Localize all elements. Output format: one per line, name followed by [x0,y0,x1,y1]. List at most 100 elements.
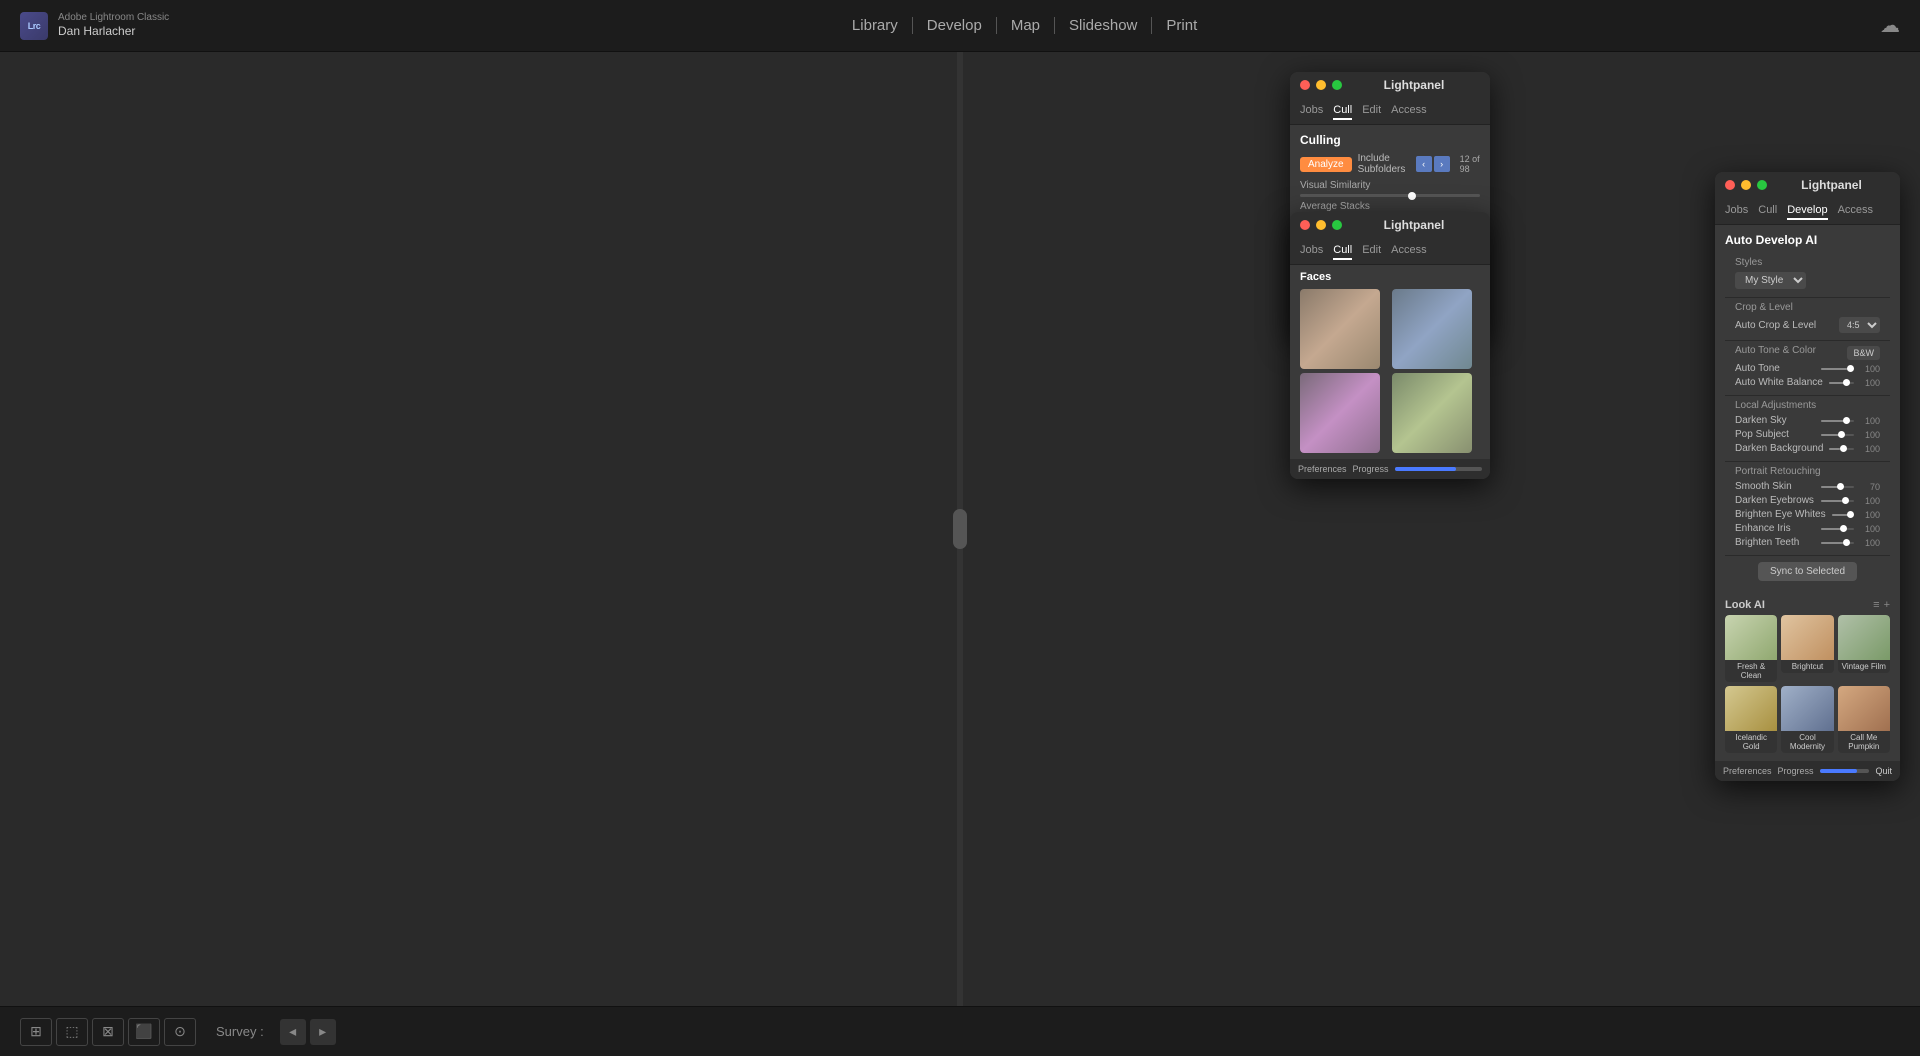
panel-divider[interactable] [957,52,963,1006]
dev-sky-slider[interactable] [1821,420,1854,422]
dev-styles-label: Styles [1735,257,1880,268]
tool-survey[interactable]: ⬛ [128,1018,160,1046]
tool-compare[interactable]: ⊠ [92,1018,124,1046]
avg-stacks-label: Average Stacks [1300,201,1480,212]
faces-traffic-green[interactable] [1332,220,1342,230]
cull-tab-jobs[interactable]: Jobs [1300,102,1323,120]
dev-autotone-val: 100 [1860,364,1880,374]
dev-iris-slider[interactable] [1821,528,1854,530]
cull-tab-edit[interactable]: Edit [1362,102,1381,120]
dev-crop-section: Crop & Level Auto Crop & Level 4:5 [1725,298,1890,341]
top-bar-right: ☁ [1880,13,1900,38]
dev-tab-access[interactable]: Access [1838,202,1873,220]
dev-traffic-red[interactable] [1725,180,1735,190]
nav-map[interactable]: Map [997,17,1055,34]
dev-bg-slider[interactable] [1829,448,1854,450]
dev-awb-slider[interactable] [1829,382,1854,384]
look-label-1: Fresh & Clean [1725,660,1777,682]
dev-panel-title: Lightpanel [1773,178,1890,192]
traffic-red[interactable] [1300,80,1310,90]
dev-bnw-btn[interactable]: B&W [1847,346,1880,360]
nav-library[interactable]: Library [838,17,913,34]
cull-tab-access[interactable]: Access [1391,102,1426,120]
nav-slideshow[interactable]: Slideshow [1055,17,1152,34]
tool-people[interactable]: ⊙ [164,1018,196,1046]
faces-progress-fill [1395,467,1456,471]
dev-brows-slider[interactable] [1821,500,1854,502]
next-arrow[interactable]: › [1434,156,1450,172]
dev-skin-val: 70 [1860,482,1880,492]
dev-skin-slider[interactable] [1821,486,1854,488]
look-item-3[interactable]: Vintage Film [1838,615,1890,682]
dev-aspect-select[interactable]: 4:5 [1839,317,1880,333]
dev-whites-thumb [1847,511,1854,518]
visual-slider[interactable] [1300,194,1480,197]
dev-autotone-slider[interactable] [1821,368,1854,370]
dev-quit-btn[interactable]: Quit [1875,766,1892,776]
look-item-6[interactable]: Call Me Pumpkin [1838,686,1890,753]
look-label-4: Icelandic Gold [1725,731,1777,753]
dev-skin-label: Smooth Skin [1735,481,1815,492]
faces-panel-title: Lightpanel [1348,218,1480,232]
traffic-yellow[interactable] [1316,80,1326,90]
dev-whites-slider[interactable] [1832,514,1854,516]
look-item-4[interactable]: Icelandic Gold [1725,686,1777,753]
look-thumb-4 [1725,686,1777,731]
dev-bg-label: Darken Background [1735,443,1823,454]
faces-tab-jobs[interactable]: Jobs [1300,242,1323,260]
look-item-5[interactable]: Cool Modernity [1781,686,1833,753]
dev-tabs: Jobs Cull Develop Access [1715,198,1900,225]
cull-section-title: Culling [1300,133,1480,147]
look-item-1[interactable]: Fresh & Clean [1725,615,1777,682]
cull-tab-cull[interactable]: Cull [1333,102,1352,120]
faces-traffic-yellow[interactable] [1316,220,1326,230]
face-thumb-4[interactable] [1392,373,1472,453]
top-bar-left: Lrc Adobe Lightroom Classic Dan Harlache… [20,12,169,40]
prev-arrow[interactable]: ‹ [1416,156,1432,172]
dev-subject-slider[interactable] [1821,434,1854,436]
bottom-prev-btn[interactable]: ◂ [280,1019,306,1045]
bottom-next-btn[interactable]: ▸ [310,1019,336,1045]
traffic-green[interactable] [1332,80,1342,90]
tool-grid[interactable]: ⊞ [20,1018,52,1046]
tool-loupe[interactable]: ⬚ [56,1018,88,1046]
dev-style-select[interactable]: My Style [1735,272,1806,289]
face-thumb-3[interactable] [1300,373,1380,453]
face-img-2 [1392,289,1472,369]
cull-counter: 12 of 98 [1460,154,1480,174]
visual-slider-row [1300,194,1480,197]
dev-iris-row: Enhance Iris 100 [1735,523,1880,534]
dev-tab-jobs[interactable]: Jobs [1725,202,1748,220]
faces-tab-access[interactable]: Access [1391,242,1426,260]
dev-style-row: My Style [1735,272,1880,289]
dev-brows-val: 100 [1860,496,1880,506]
bottom-nav-arrows: ◂ ▸ [280,1019,336,1045]
look-thumb-2 [1781,615,1833,660]
faces-tab-edit[interactable]: Edit [1362,242,1381,260]
dev-brows-fill [1821,500,1842,502]
faces-preferences-btn[interactable]: Preferences [1298,464,1347,474]
nav-print[interactable]: Print [1152,17,1211,34]
dev-portrait-section: Portrait Retouching Smooth Skin 70 Darke… [1725,462,1890,556]
look-item-2[interactable]: Brightcut [1781,615,1833,682]
dev-titlebar: Lightpanel [1715,172,1900,198]
dev-traffic-yellow[interactable] [1741,180,1751,190]
face-thumb-1[interactable] [1300,289,1380,369]
dev-whites-val: 100 [1860,510,1880,520]
analyze-button[interactable]: Analyze [1300,157,1352,172]
dev-tab-develop[interactable]: Develop [1787,202,1827,220]
dev-teeth-slider[interactable] [1821,542,1854,544]
dev-bg-row: Darken Background 100 [1735,443,1880,454]
dev-sync-btn[interactable]: Sync to Selected [1758,562,1857,581]
dev-preferences-btn[interactable]: Preferences [1723,766,1772,776]
dev-tone-section: Auto Tone & Color B&W Auto Tone 100 Auto… [1725,341,1890,396]
dev-traffic-green[interactable] [1757,180,1767,190]
faces-section: Faces [1290,265,1490,459]
faces-tab-cull[interactable]: Cull [1333,242,1352,260]
dev-iris-fill [1821,528,1841,530]
faces-traffic-red[interactable] [1300,220,1310,230]
look-ai-icon-1: ≡ [1873,599,1879,611]
face-thumb-2[interactable] [1392,289,1472,369]
nav-develop[interactable]: Develop [913,17,997,34]
dev-tab-cull[interactable]: Cull [1758,202,1777,220]
